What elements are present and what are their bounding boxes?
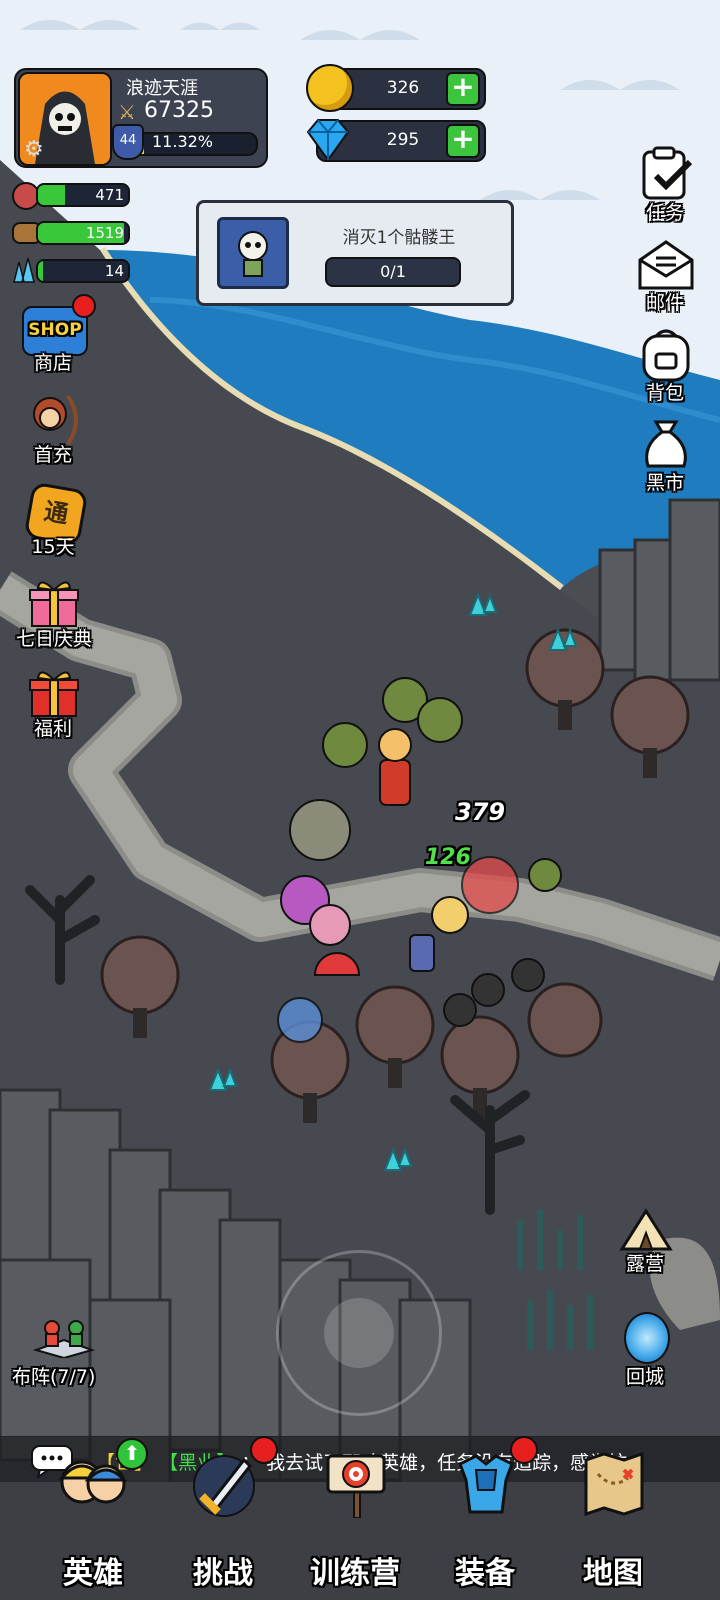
mail-label: 邮件 — [645, 292, 684, 314]
player-panel[interactable]: ⚙ 浪迹天涯 ⚔ 67325 44 11.32% — [14, 68, 268, 168]
pass-badge-text: 通 — [41, 497, 71, 529]
wood-value: 1519 — [85, 224, 124, 242]
resource-wood: 1519 — [12, 220, 130, 246]
shop-icon-text: SHOP — [28, 320, 82, 340]
first-recharge-button[interactable]: 首充 — [8, 390, 98, 470]
task-button[interactable]: 任务 — [620, 146, 710, 226]
quest-progress-bar: 0/1 — [325, 257, 461, 287]
diamond-icon — [306, 119, 350, 162]
shop-button[interactable]: SHOP 商店 — [8, 294, 98, 378]
player-power: 67325 — [144, 98, 214, 123]
gold-counter[interactable]: 326 + — [306, 64, 486, 112]
shop-notification-dot — [72, 294, 96, 318]
nav-training-camp[interactable]: 训练营 — [290, 1450, 420, 1600]
quest-title: 消灭1个骷髅王 — [342, 228, 456, 248]
backpack-button[interactable]: 背包 — [620, 326, 710, 406]
hero-upgrade-arrow-icon: ⬆ — [116, 1438, 148, 1470]
formation-pawns-icon — [32, 1320, 96, 1358]
virtual-joystick[interactable] — [276, 1250, 442, 1416]
return-city-label: 回城 — [625, 1366, 664, 1388]
quest-boss-portrait — [217, 217, 289, 289]
exp-percent: 11.32% — [152, 132, 214, 151]
formation-label: 布阵(7/7) — [12, 1366, 96, 1388]
armor-icon — [458, 1454, 514, 1514]
target-sign-icon — [326, 1454, 386, 1518]
black-market-label: 黑市 — [645, 472, 684, 494]
return-city-button[interactable]: 回城 — [600, 1310, 690, 1390]
15-day-button[interactable]: 通 15天 — [8, 481, 98, 562]
resource-crystal: 14 — [12, 257, 130, 284]
clipboard-check-icon — [642, 146, 693, 200]
tent-icon — [619, 1208, 673, 1251]
crystal-value: 14 — [104, 262, 124, 280]
settings-gear-icon[interactable]: ⚙ — [24, 137, 44, 162]
skull-icon — [238, 231, 268, 277]
diamond-counter[interactable]: 295 + — [306, 119, 486, 162]
damage-number-white: 379 — [455, 798, 506, 826]
nav-hero-label: 英雄 — [63, 1556, 123, 1591]
quest-panel[interactable]: 消灭1个骷髅王 0/1 — [196, 200, 514, 306]
add-gold-button[interactable]: + — [446, 72, 480, 106]
nav-hero[interactable]: ⬆ 英雄 — [28, 1438, 158, 1600]
task-label: 任务 — [645, 202, 684, 224]
welfare-label: 福利 — [33, 718, 72, 740]
gift-box-icon — [29, 581, 79, 627]
player-level: 44 — [119, 133, 137, 148]
camp-label: 露营 — [625, 1253, 664, 1275]
meat-value: 471 — [95, 186, 124, 204]
backpack-label: 背包 — [645, 382, 684, 404]
add-diamond-button[interactable]: + — [446, 124, 480, 158]
seven-day-celebration-button[interactable]: 七日庆典 — [8, 574, 98, 654]
nav-map-label: 地图 — [583, 1556, 643, 1591]
equipment-notification-dot — [510, 1436, 538, 1464]
nav-equipment-label: 装备 — [455, 1556, 515, 1591]
first-recharge-label: 首充 — [33, 444, 72, 466]
gold-amount: 326 — [386, 78, 420, 98]
joystick-knob[interactable] — [324, 1298, 394, 1368]
crystal-icon — [13, 257, 35, 283]
nav-challenge[interactable]: 挑战 — [158, 1436, 288, 1600]
nav-equipment[interactable]: 装备 — [420, 1436, 550, 1600]
seven-day-celebration-label: 七日庆典 — [15, 628, 92, 650]
nav-challenge-label: 挑战 — [193, 1556, 253, 1591]
mail-button[interactable]: 邮件 — [620, 236, 710, 316]
mail-envelope-icon — [638, 240, 694, 290]
damage-number-green: 126 — [425, 845, 471, 870]
player-name: 浪迹天涯 — [126, 78, 198, 99]
diamond-amount: 295 — [386, 130, 420, 150]
money-bag-icon — [645, 420, 687, 468]
black-market-button[interactable]: 黑市 — [620, 416, 710, 496]
crossed-swords-icon: ⚔ — [118, 100, 136, 124]
sword-icon — [193, 1455, 255, 1517]
portal-swirl-icon — [624, 1312, 670, 1364]
nav-training-camp-label: 训练营 — [310, 1556, 400, 1591]
15-day-label: 15天 — [31, 536, 75, 558]
bottom-nav: ⬆ 英雄 挑战 训练营 装备 地图 — [0, 1436, 720, 1600]
formation-button[interactable]: 布阵(7/7) — [8, 1310, 118, 1390]
challenge-notification-dot — [250, 1436, 278, 1464]
treasure-map-icon — [584, 1451, 644, 1517]
gold-coin-icon — [306, 64, 354, 112]
shop-label: 商店 — [33, 352, 72, 374]
nav-map[interactable]: 地图 — [548, 1450, 678, 1600]
resource-meat: 471 — [12, 182, 130, 210]
camp-button[interactable]: 露营 — [600, 1205, 690, 1285]
avatar[interactable]: ⚙ — [18, 72, 112, 166]
backpack-icon — [642, 329, 690, 382]
welfare-button[interactable]: 福利 — [8, 664, 98, 744]
level-shield-icon: 44 — [112, 124, 144, 160]
red-gift-icon — [29, 671, 79, 717]
quest-progress-text: 0/1 — [380, 262, 406, 281]
